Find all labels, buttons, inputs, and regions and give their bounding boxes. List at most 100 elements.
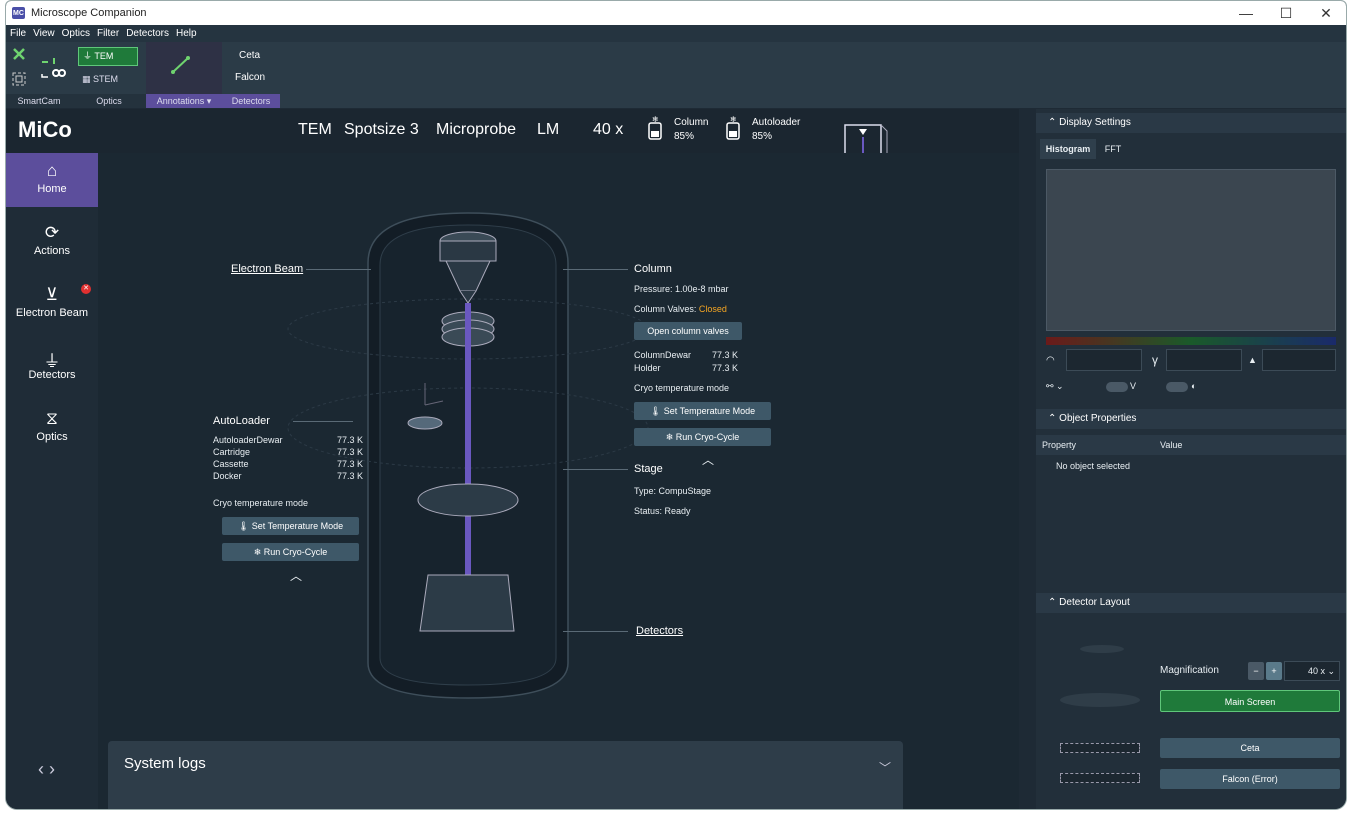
detector-layout-header[interactable]: ⌃ Detector Layout: [1036, 593, 1346, 613]
cryo-mode-label: Cryo temperature mode: [634, 383, 730, 393]
expand-chevron-icon[interactable]: ﹀: [879, 759, 891, 776]
lm-selector[interactable]: LM: [537, 121, 559, 139]
mag-decrease-button[interactable]: −: [1248, 662, 1264, 680]
histogram-colorbar: [1046, 337, 1336, 345]
nav-home[interactable]: ⌂ Home: [6, 153, 98, 207]
menu-optics[interactable]: Optics: [62, 28, 90, 39]
column-temp-value: 77.3 K: [712, 363, 739, 373]
nav-optics[interactable]: ⧖ Optics: [6, 401, 98, 455]
nav-electron-beam[interactable]: ⊻ Electron Beam ✕: [6, 277, 98, 331]
app-brand: MiCo: [18, 117, 72, 142]
collapse-chevron-icon[interactable]: ︿: [702, 451, 714, 468]
stage-heading: Stage: [634, 463, 663, 475]
ribbon-label-annotations[interactable]: Annotations ▾: [146, 94, 222, 108]
display-settings-header[interactable]: ⌃ Display Settings: [1036, 113, 1346, 133]
column-valves-label: Column Valves: Closed: [634, 304, 727, 314]
al-collapse-chevron-icon[interactable]: ︿: [290, 567, 302, 584]
thermometer-icon: 🌡: [237, 521, 250, 531]
stem-button[interactable]: ▦ STEM: [78, 71, 138, 88]
probe-selector[interactable]: Microprobe: [436, 121, 516, 139]
status-header: MiCo TEM Spotsize 3 Microprobe LM 40 x ❄…: [6, 109, 1019, 219]
annotations-group: Annotations ▾: [146, 42, 222, 108]
stage-status: Status: Ready: [634, 506, 691, 516]
connector-line: [563, 269, 628, 270]
menu-file[interactable]: File: [10, 28, 26, 39]
system-logs-panel[interactable]: System logs ﹀: [108, 741, 903, 809]
object-properties-title: Object Properties: [1059, 413, 1137, 424]
value-column-header: Value: [1160, 440, 1183, 450]
connector-line: [293, 421, 353, 422]
menu-filter[interactable]: Filter: [97, 28, 119, 39]
display-settings-title: Display Settings: [1059, 117, 1131, 128]
main-screen-button[interactable]: Main Screen: [1160, 690, 1340, 712]
column-dewar-icon: ❄: [648, 115, 662, 140]
magnification-value[interactable]: 40 x: [593, 121, 623, 139]
connector-line: [563, 631, 628, 632]
nav-home-label: Home: [37, 183, 67, 195]
electron-beam-link[interactable]: Electron Beam: [231, 263, 303, 275]
gamma-input[interactable]: [1166, 349, 1242, 371]
column-level: 85%: [674, 131, 695, 142]
colormap-dropdown-icon[interactable]: ⚯ ⌄: [1046, 381, 1064, 392]
falcon-error-button[interactable]: Falcon (Error): [1160, 769, 1340, 789]
histogram-view[interactable]: [1046, 169, 1336, 331]
v-toggle[interactable]: [1106, 382, 1128, 392]
close-button[interactable]: ✕: [1306, 1, 1346, 25]
detectors-link[interactable]: Detectors: [636, 625, 683, 637]
magnification-select[interactable]: 40 x ⌄: [1284, 661, 1340, 681]
set-temp-label: Set Temperature Mode: [663, 406, 756, 416]
al-set-temp-label: Set Temperature Mode: [251, 521, 344, 531]
binoculars-icon[interactable]: [40, 56, 68, 78]
autoloader-dewar-icon: ❄: [726, 115, 740, 140]
valves-label: Column Valves:: [634, 304, 697, 314]
svg-text:❄: ❄: [730, 115, 737, 124]
refresh-icon: ⟳: [44, 223, 60, 242]
tab-histogram[interactable]: Histogram: [1040, 139, 1096, 159]
error-badge-icon: ✕: [81, 284, 91, 294]
open-column-valves-button[interactable]: Open column valves: [634, 322, 742, 340]
object-properties-header[interactable]: ⌃ Object Properties: [1036, 409, 1346, 429]
app-logo-icon: MC: [12, 7, 25, 19]
detector-layer-shape: [1080, 645, 1124, 653]
ribbon-label-optics: Optics: [72, 94, 146, 108]
mag-increase-button[interactable]: +: [1266, 662, 1282, 680]
tem-button[interactable]: ⏚ TEM: [78, 47, 138, 66]
mode-selector[interactable]: TEM: [298, 121, 332, 139]
minimize-button[interactable]: —: [1226, 1, 1266, 25]
menu-view[interactable]: View: [33, 28, 55, 39]
invert-toggle[interactable]: [1166, 382, 1188, 392]
frame-icon[interactable]: [12, 72, 26, 86]
al-run-cryo-cycle-button[interactable]: ❄ Run Cryo-Cycle: [222, 543, 359, 561]
ceta-ribbon-button[interactable]: Ceta: [239, 50, 260, 61]
optics-group: ⏚ TEM ▦ STEM Optics: [72, 42, 146, 108]
menu-help[interactable]: Help: [176, 28, 197, 39]
measure-line-icon[interactable]: [170, 54, 192, 76]
nav-detectors[interactable]: ⏚ Detectors: [6, 339, 98, 393]
gamma-icon: γ: [1152, 353, 1158, 367]
ribbon-label-detectors: Detectors: [222, 94, 280, 108]
window-title: Microscope Companion: [31, 7, 147, 19]
properties-table-header: Property Value: [1036, 435, 1346, 455]
set-temperature-mode-button[interactable]: 🌡 Set Temperature Mode: [634, 402, 771, 420]
tab-fft[interactable]: FFT: [1098, 139, 1128, 159]
brightness-input[interactable]: [1066, 349, 1142, 371]
spotsize-selector[interactable]: Spotsize 3: [344, 121, 419, 139]
al-set-temperature-mode-button[interactable]: 🌡 Set Temperature Mode: [222, 517, 359, 535]
cycle-icon: ❄: [665, 432, 674, 442]
property-column-header: Property: [1042, 440, 1077, 450]
microscope-diagram-canvas: Electron Beam Column Pressure: 1.00e-8 m…: [98, 153, 1019, 809]
ceta-button[interactable]: Ceta: [1160, 738, 1340, 758]
app-window: MC Microscope Companion — ☐ ✕ File View …: [5, 0, 1347, 810]
nav-prev-next-arrows[interactable]: ‹ ›: [38, 759, 55, 780]
svg-text:❄: ❄: [652, 115, 659, 124]
system-logs-title: System logs: [124, 755, 206, 772]
ribbon-label-smartcam: SmartCam: [6, 94, 72, 108]
maximize-button[interactable]: ☐: [1266, 1, 1306, 25]
detectors-group: Ceta Falcon Detectors: [222, 42, 280, 108]
contrast-input[interactable]: [1262, 349, 1336, 371]
nav-actions[interactable]: ⟳ Actions: [6, 215, 98, 269]
falcon-ribbon-button[interactable]: Falcon: [235, 72, 265, 83]
run-cryo-cycle-button[interactable]: ❄ Run Cryo-Cycle: [634, 428, 771, 446]
menu-detectors[interactable]: Detectors: [126, 28, 169, 39]
smartcam-icon[interactable]: [12, 47, 26, 61]
